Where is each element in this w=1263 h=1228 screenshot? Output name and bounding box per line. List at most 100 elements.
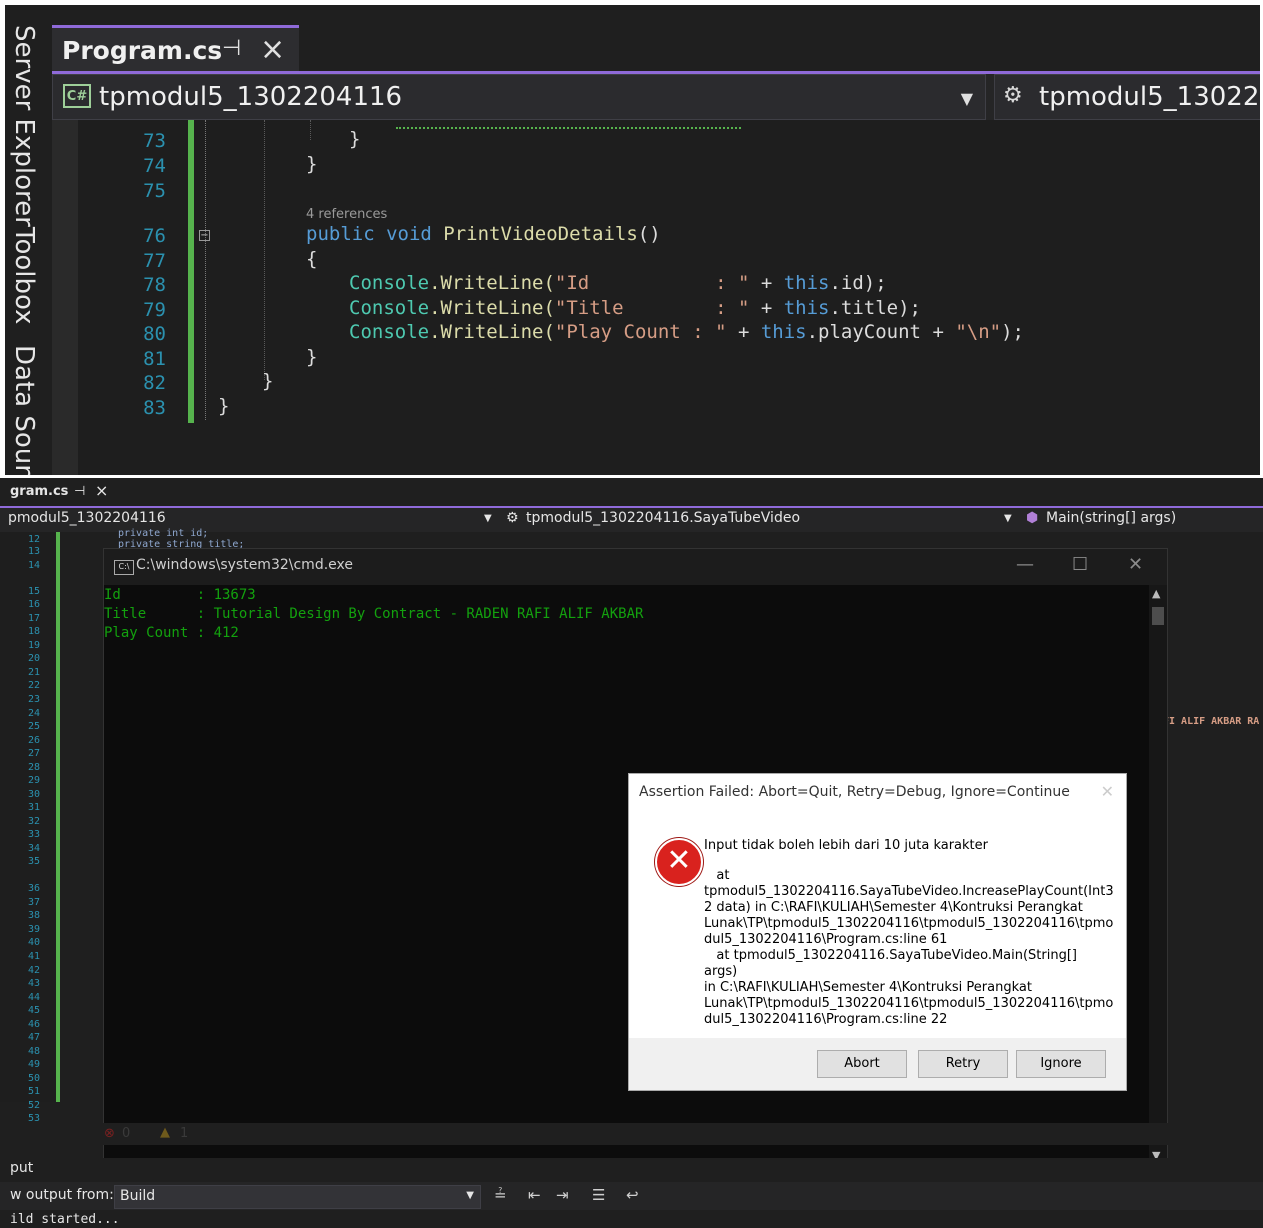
class-dropdown-label: tpmodul5_1302204 bbox=[1039, 82, 1260, 112]
dialog-stacktrace: at tpmodul5_1302204116.SayaTubeVideo.Inc… bbox=[704, 868, 1114, 1027]
method-icon: ⬢ bbox=[1026, 510, 1039, 526]
dialog-message-block: Input tidak boleh lebih dari 10 juta kar… bbox=[704, 838, 1114, 1028]
console-titlebar[interactable]: C:\ C:\windows\system32\cmd.exe — ☐ ✕ bbox=[104, 549, 1167, 585]
class-icon: ⚙ bbox=[1003, 83, 1023, 108]
line-number: 37 bbox=[27, 897, 40, 908]
output-text: ild started... bbox=[10, 1212, 120, 1227]
line-number: 30 bbox=[27, 789, 40, 800]
scroll-up-icon[interactable]: ▲ bbox=[1152, 587, 1160, 600]
abort-button[interactable]: Abort bbox=[817, 1050, 907, 1078]
maximize-icon[interactable]: ☐ bbox=[1072, 554, 1088, 575]
side-tab-server-explorer[interactable]: Server Explorer bbox=[9, 25, 39, 227]
bottom-editor-panel: gram.cs ⊣ × pmodul5_1302204116 ▼ ⚙ tpmod… bbox=[0, 478, 1263, 1228]
side-tab-toolbox[interactable]: Toolbox bbox=[9, 227, 39, 325]
tab-title: gram.cs bbox=[10, 484, 69, 499]
chevron-down-icon: ▼ bbox=[466, 1190, 474, 1201]
line-number: 38 bbox=[27, 910, 40, 921]
close-icon[interactable]: × bbox=[260, 32, 285, 67]
console-line: Title : Tutorial Design By Contract - RA… bbox=[104, 606, 644, 622]
editor-status-bar: ⊗ 0 ▲ 1 bbox=[0, 1123, 1263, 1145]
line-number: 23 bbox=[27, 694, 40, 705]
retry-button[interactable]: Retry bbox=[918, 1050, 1008, 1078]
class-dropdown[interactable]: tpmodul5_1302204116.SayaTubeVideo bbox=[526, 510, 800, 526]
project-dropdown[interactable]: C# tpmodul5_1302204116 ▼ bbox=[52, 74, 986, 120]
line-number: 26 bbox=[27, 735, 40, 746]
pin-icon[interactable]: ⊣ bbox=[74, 484, 85, 499]
chevron-down-icon: ▼ bbox=[960, 89, 973, 108]
member-dropdown[interactable]: Main(string[] args) bbox=[1046, 510, 1176, 526]
output-source-select[interactable]: Build ▼ bbox=[114, 1185, 481, 1209]
csharp-project-icon: C# bbox=[63, 84, 91, 108]
line-number: 80 bbox=[143, 323, 166, 345]
warning-squiggle bbox=[396, 124, 741, 129]
side-tab-data-sources[interactable]: Data Sources bbox=[9, 345, 39, 475]
minimize-icon[interactable]: — bbox=[1016, 554, 1034, 575]
show-output-label: w output from: bbox=[10, 1187, 114, 1203]
code-line: private int id; bbox=[118, 528, 209, 539]
line-number: 46 bbox=[27, 1019, 40, 1030]
tab-program-cs[interactable]: Program.cs ⊣ × bbox=[52, 25, 299, 74]
outline-line bbox=[205, 120, 206, 420]
output-source-value: Build bbox=[120, 1188, 156, 1204]
code-line: } bbox=[306, 346, 318, 368]
find-message-icon[interactable]: ≟ bbox=[494, 1186, 507, 1204]
line-number: 35 bbox=[27, 856, 40, 867]
codelens-references[interactable]: 4 references bbox=[306, 207, 387, 222]
line-number: 19 bbox=[27, 640, 40, 651]
change-indicator-bar bbox=[56, 532, 60, 1102]
line-number: 14 bbox=[27, 560, 40, 571]
class-dropdown[interactable]: ⚙ tpmodul5_1302204 bbox=[994, 74, 1260, 120]
close-icon[interactable]: × bbox=[95, 481, 108, 500]
console-title: C:\windows\system32\cmd.exe bbox=[136, 557, 353, 573]
line-number: 27 bbox=[27, 748, 40, 759]
chevron-down-icon[interactable]: ▼ bbox=[484, 513, 492, 524]
editor-margin bbox=[52, 120, 78, 475]
line-number: 40 bbox=[27, 937, 40, 948]
line-number: 16 bbox=[27, 599, 40, 610]
console-scrollbar[interactable]: ▲ ▼ bbox=[1149, 585, 1167, 1164]
collapse-toggle-icon[interactable]: − bbox=[199, 230, 210, 241]
line-number: 36 bbox=[27, 883, 40, 894]
line-number: 22 bbox=[27, 680, 40, 691]
close-icon[interactable]: ✕ bbox=[1101, 782, 1114, 801]
dialog-title: Assertion Failed: Abort=Quit, Retry=Debu… bbox=[639, 784, 1070, 800]
line-number: 20 bbox=[27, 653, 40, 664]
code-line: Console.WriteLine("Id : " + this.id); bbox=[349, 272, 887, 294]
project-dropdown[interactable]: pmodul5_1302204116 bbox=[8, 510, 166, 526]
line-number: 15 bbox=[27, 586, 40, 597]
project-dropdown-label: tpmodul5_1302204116 bbox=[99, 82, 403, 112]
navigation-bar: C# tpmodul5_1302204116 ▼ ⚙ tpmodul5_1302… bbox=[52, 74, 1260, 120]
chevron-down-icon[interactable]: ▼ bbox=[1004, 513, 1012, 524]
line-number: 50 bbox=[27, 1073, 40, 1084]
assertion-dialog[interactable]: Assertion Failed: Abort=Quit, Retry=Debu… bbox=[628, 773, 1127, 1091]
code-editor[interactable]: − 73 74 75 76 77 78 79 80 81 82 83 } } 4… bbox=[78, 120, 1260, 475]
pin-icon[interactable]: ⊣ bbox=[222, 36, 241, 61]
line-number: 51 bbox=[27, 1086, 40, 1097]
line-number: 49 bbox=[27, 1059, 40, 1070]
ignore-button[interactable]: Ignore bbox=[1016, 1050, 1106, 1078]
change-indicator-bar bbox=[188, 120, 194, 423]
error-icon[interactable]: ⊗ bbox=[104, 1126, 115, 1141]
warning-icon[interactable]: ▲ bbox=[160, 1125, 170, 1140]
console-line: Id : 13673 bbox=[104, 587, 256, 603]
line-number: 32 bbox=[27, 816, 40, 827]
word-wrap-icon[interactable]: ↩ bbox=[626, 1186, 639, 1204]
line-number: 21 bbox=[27, 667, 40, 678]
line-number: 48 bbox=[27, 1046, 40, 1057]
scroll-thumb[interactable] bbox=[1152, 607, 1164, 625]
line-number: 18 bbox=[27, 626, 40, 637]
error-icon: ✕ bbox=[655, 838, 703, 886]
code-line: { bbox=[306, 248, 318, 270]
clear-all-icon[interactable]: ☰ bbox=[592, 1186, 605, 1204]
code-line: Console.WriteLine("Play Count : " + this… bbox=[349, 321, 1024, 343]
line-number: 39 bbox=[27, 924, 40, 935]
close-icon[interactable]: ✕ bbox=[1128, 554, 1143, 575]
line-number: 42 bbox=[27, 965, 40, 976]
line-number: 79 bbox=[143, 299, 166, 321]
previous-message-icon[interactable]: ⇤ bbox=[528, 1186, 541, 1204]
output-panel-header: put bbox=[0, 1158, 1263, 1180]
line-number: 31 bbox=[27, 802, 40, 813]
code-line: } bbox=[349, 128, 361, 150]
next-message-icon[interactable]: ⇥ bbox=[556, 1186, 569, 1204]
line-number: 17 bbox=[27, 613, 40, 624]
